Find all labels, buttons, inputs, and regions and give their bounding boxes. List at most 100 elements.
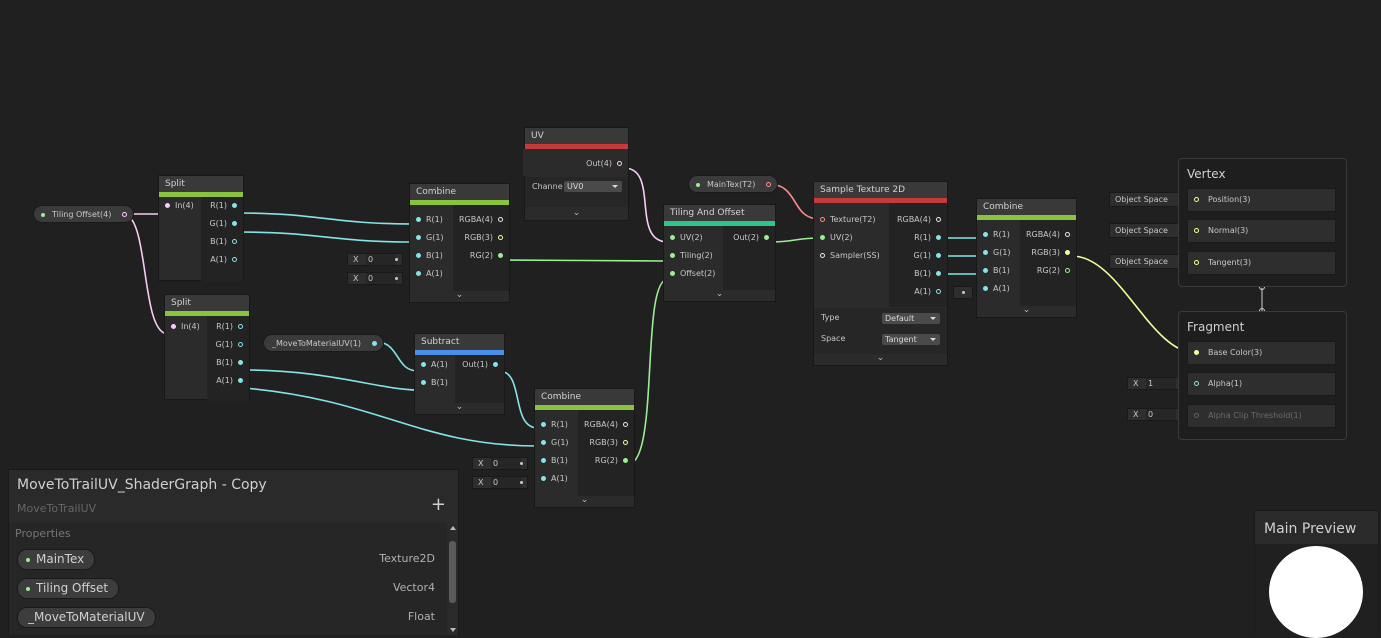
preview-viewport[interactable] [1255, 544, 1378, 638]
output-port-icon[interactable] [372, 341, 377, 346]
property-item-maintex[interactable]: MainTex [17, 549, 96, 570]
default-value-field[interactable]: X0 [472, 476, 528, 489]
output-port[interactable]: RGBA(4) [453, 211, 509, 229]
input-port[interactable]: R(1) [977, 226, 1021, 244]
subtract-node[interactable]: Subtract A(1) B(1) Out(1) ⌄ [414, 333, 505, 415]
input-port[interactable]: R(1) [410, 211, 454, 229]
add-property-button[interactable]: + [431, 494, 446, 515]
property-item-move-uv[interactable]: _MoveToMaterialUV [17, 607, 156, 628]
main-preview-panel[interactable]: Main Preview [1254, 510, 1379, 638]
output-port[interactable]: B(1) [207, 354, 249, 372]
output-port[interactable]: B(1) [889, 265, 947, 283]
input-port[interactable]: In(4) [159, 197, 203, 215]
collapse-chevron-icon[interactable]: ⌄ [415, 403, 504, 414]
combine-node-1[interactable]: Combine R(1) G(1) B(1) A(1) RGBA(4) RGB(… [409, 183, 510, 303]
input-port[interactable]: Offset(2) [664, 265, 724, 283]
output-port[interactable]: RGB(3) [578, 434, 634, 452]
position-space-tag[interactable]: Object Space [1109, 192, 1186, 207]
input-port[interactable]: G(1) [410, 229, 454, 247]
output-port[interactable]: R(1) [207, 318, 249, 336]
collapse-chevron-icon[interactable]: ⌄ [977, 306, 1076, 317]
scroll-down-icon[interactable] [450, 628, 456, 632]
collapse-chevron-icon[interactable]: ⌄ [410, 291, 509, 302]
input-port[interactable]: B(1) [535, 452, 579, 470]
collapse-chevron-icon[interactable]: ⌄ [535, 496, 634, 507]
output-port[interactable]: Out(2) [723, 229, 775, 247]
input-port[interactable]: A(1) [535, 470, 579, 488]
blackboard-panel[interactable]: MoveToTrailUV_ShaderGraph - Copy MoveToT… [8, 469, 459, 635]
scroll-thumb[interactable] [449, 541, 456, 603]
normal-space-tag[interactable]: Object Space [1109, 223, 1186, 238]
collapse-chevron-icon[interactable]: ⌄ [664, 290, 775, 301]
output-port[interactable]: Out(1) [455, 356, 504, 374]
port-dot-icon [983, 250, 988, 255]
output-port[interactable]: RGBA(4) [578, 416, 634, 434]
space-dropdown[interactable]: Tangent [882, 334, 940, 345]
tangent-slot[interactable]: Tangent(3) [1187, 251, 1336, 275]
tangent-space-tag[interactable]: Object Space [1109, 254, 1186, 269]
input-port[interactable]: Tiling(2) [664, 247, 724, 265]
fragment-context[interactable]: Fragment Base Color(3) Alpha(1) Alpha Cl… [1178, 311, 1347, 440]
output-port-icon[interactable] [122, 212, 127, 217]
output-port[interactable]: G(1) [889, 247, 947, 265]
properties-scrollbar[interactable] [447, 523, 458, 635]
alpha-clip-slot[interactable]: Alpha Clip Threshold(1) [1187, 404, 1336, 428]
output-port[interactable]: RG(2) [578, 452, 634, 470]
property-item-tiling-offset[interactable]: Tiling Offset [17, 578, 120, 599]
normal-slot[interactable]: Normal(3) [1187, 219, 1336, 243]
scroll-up-icon[interactable] [450, 526, 456, 530]
input-port[interactable]: A(1) [415, 356, 455, 374]
default-value-field[interactable]: X0 [472, 457, 528, 470]
split-node-2[interactable]: Split In(4) R(1) G(1) B(1) A(1) [164, 294, 250, 401]
output-port[interactable]: G(1) [201, 215, 243, 233]
output-port[interactable]: R(1) [889, 229, 947, 247]
output-port[interactable]: RGB(3) [1020, 244, 1076, 262]
type-dropdown[interactable]: Default [882, 313, 940, 324]
alpha-slot[interactable]: Alpha(1) [1187, 372, 1336, 396]
sample-texture-2d-node[interactable]: Sample Texture 2D Texture(T2) UV(2) Samp… [813, 181, 948, 366]
input-port[interactable]: R(1) [535, 416, 579, 434]
combine-node-3[interactable]: Combine R(1) G(1) B(1) A(1) RGBA(4) RGB(… [976, 198, 1077, 318]
output-port[interactable]: G(1) [207, 336, 249, 354]
uv-node[interactable]: UV Out(4) Channe UV0 ⌄ [523, 127, 629, 221]
output-port[interactable]: A(1) [889, 283, 947, 301]
output-port[interactable]: A(1) [201, 251, 243, 269]
tiling-and-offset-node[interactable]: Tiling And Offset UV(2) Tiling(2) Offset… [663, 204, 776, 302]
output-port[interactable]: RGB(3) [453, 229, 509, 247]
default-value-field[interactable] [953, 286, 973, 299]
vertex-context[interactable]: Vertex Position(3) Normal(3) Tangent(3) [1178, 158, 1347, 287]
output-port[interactable]: RGBA(4) [889, 211, 947, 229]
input-port[interactable]: A(1) [410, 265, 454, 283]
default-value-field[interactable]: X0 [347, 253, 403, 266]
input-port[interactable]: UV(2) [814, 229, 890, 247]
main-tex-property-node[interactable]: MainTex(T2) [688, 175, 778, 193]
position-slot[interactable]: Position(3) [1187, 188, 1336, 212]
collapse-chevron-icon[interactable]: ⌄ [814, 354, 947, 365]
input-port[interactable]: B(1) [977, 262, 1021, 280]
input-port[interactable]: B(1) [410, 247, 454, 265]
split-node-1[interactable]: Split In(4) R(1) G(1) B(1) A(1) [158, 175, 244, 282]
input-port[interactable]: Sampler(SS) [814, 247, 890, 265]
input-port[interactable]: In(4) [165, 318, 209, 336]
input-port[interactable]: Texture(T2) [814, 211, 890, 229]
tiling-offset-property-node[interactable]: Tiling Offset(4) [33, 205, 134, 223]
output-port[interactable]: RG(2) [1020, 262, 1076, 280]
output-port-icon[interactable] [766, 182, 771, 187]
input-port[interactable]: B(1) [415, 374, 455, 392]
output-port[interactable]: R(1) [201, 197, 243, 215]
output-port[interactable]: RGBA(4) [1020, 226, 1076, 244]
output-port[interactable]: RG(2) [453, 247, 509, 265]
input-port[interactable]: A(1) [977, 280, 1021, 298]
channel-dropdown[interactable]: UV0 [564, 181, 622, 192]
base-color-slot[interactable]: Base Color(3) [1187, 341, 1336, 365]
input-port[interactable]: G(1) [535, 434, 579, 452]
input-port[interactable]: G(1) [977, 244, 1021, 262]
output-port[interactable]: B(1) [201, 233, 243, 251]
collapse-chevron-icon[interactable]: ⌄ [525, 209, 628, 220]
move-uv-property-node[interactable]: _MoveToMaterialUV(1) [263, 334, 384, 352]
input-port[interactable]: UV(2) [664, 229, 724, 247]
default-value-field[interactable]: X0 [347, 272, 403, 285]
combine-node-2[interactable]: Combine R(1) G(1) B(1) A(1) RGBA(4) RGB(… [534, 388, 635, 508]
output-port[interactable]: Out(4) [568, 155, 628, 173]
output-port[interactable]: A(1) [207, 372, 249, 390]
